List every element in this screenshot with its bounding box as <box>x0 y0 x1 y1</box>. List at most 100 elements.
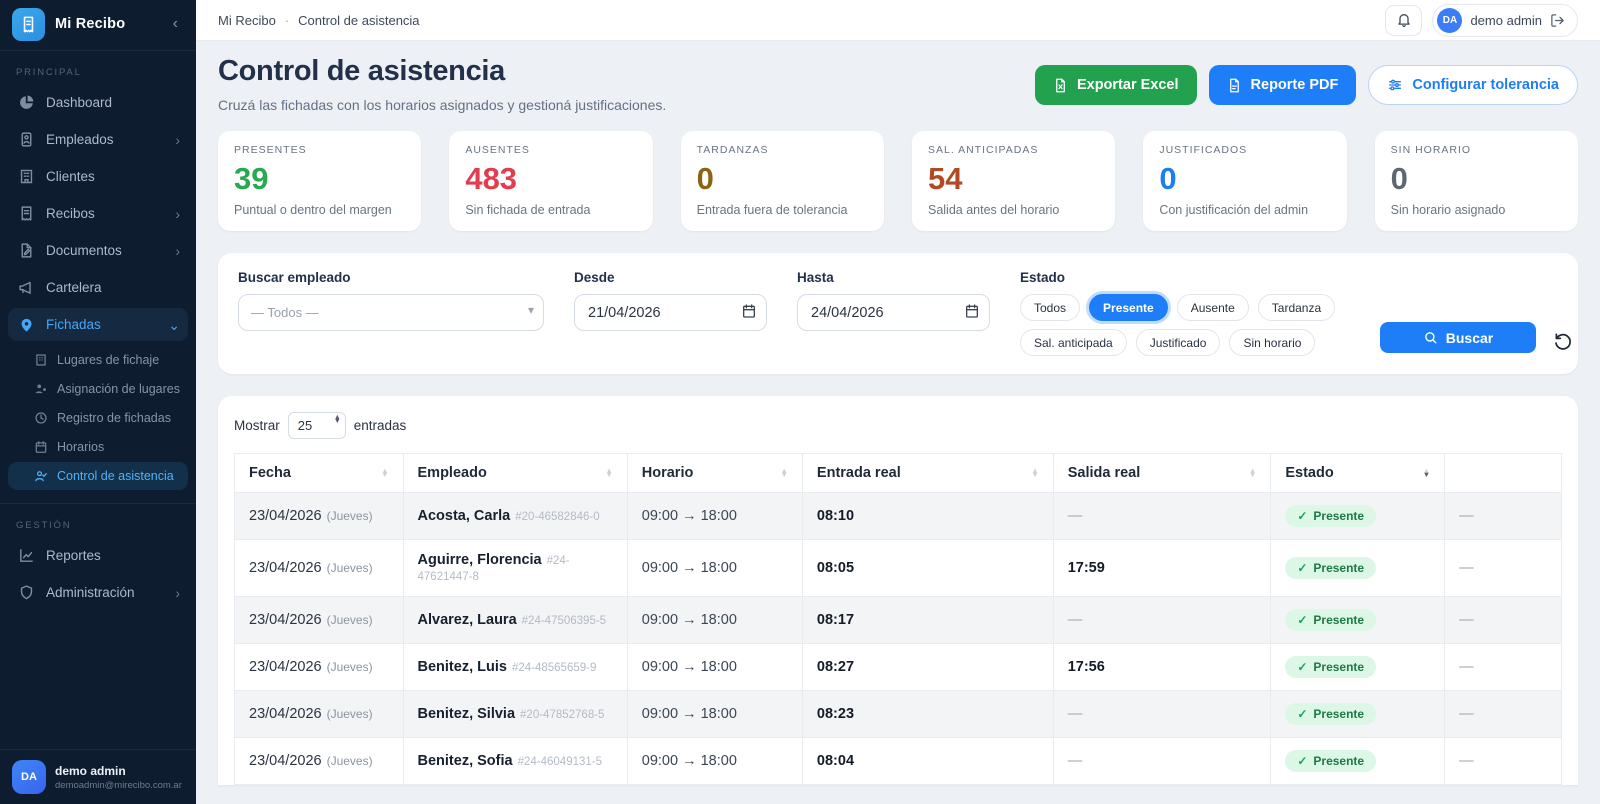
cell-cuil: #20-46582846-0 <box>515 511 600 523</box>
sidebar-item-fichadas[interactable]: Fichadas ⌄ <box>8 308 188 341</box>
status-badge: ✓ Presente <box>1285 609 1377 631</box>
show-label: Mostrar <box>234 418 280 433</box>
chevron-down-icon: ⌄ <box>168 316 180 333</box>
logout-icon[interactable] <box>1550 13 1565 28</box>
page-size-select-wrap: 25 ▲ ▼ <box>287 412 346 439</box>
sidebar-item-control-de-asistencia[interactable]: Control de asistencia <box>8 462 188 490</box>
bell-icon <box>1396 12 1412 28</box>
document-pen-icon <box>18 242 35 259</box>
sidebar-collapse-icon[interactable]: ‹ <box>167 14 184 34</box>
sidebar-item-asignacion-de-lugares[interactable]: Asignación de lugares <box>8 375 188 403</box>
section-gestion: GESTIÓN <box>16 520 72 531</box>
chevron-right-icon: › <box>175 242 180 259</box>
page-title: Control de asistencia <box>218 55 505 87</box>
cell-acciones: — <box>1444 539 1562 597</box>
cell-horario: 09:00 → 18:00 <box>626 492 803 540</box>
map-pin-icon <box>18 316 35 333</box>
report-pdf-button[interactable]: Reporte PDF <box>1208 65 1357 105</box>
notifications-button[interactable] <box>1385 4 1423 36</box>
sidebar-item-dashboard[interactable]: Dashboard <box>8 86 188 119</box>
stat-value: 0 <box>1159 161 1177 196</box>
col-acciones <box>1444 453 1562 493</box>
configure-tolerance-button[interactable]: Configurar tolerancia <box>1368 65 1578 105</box>
col-horario[interactable]: Horario ▲ ▼ <box>626 453 803 493</box>
sort-icon: ▲ ▼ <box>1248 465 1257 479</box>
sidebar-item-reportes[interactable]: Reportes <box>8 539 188 572</box>
check-icon: ✓ <box>1297 754 1308 768</box>
stat-caption: Salida antes del horario <box>927 203 1060 217</box>
cell-entrada: 08:17 <box>801 596 1054 644</box>
user-name: demo admin <box>55 763 126 778</box>
to-date-input[interactable] <box>797 294 990 331</box>
stat-value: 483 <box>465 161 518 196</box>
report-chart-icon <box>18 547 35 564</box>
cell-salida: — <box>1052 690 1272 738</box>
from-date-input[interactable] <box>574 294 767 331</box>
chip-justificado[interactable]: Justificado <box>1135 329 1221 356</box>
sidebar-item-horarios[interactable]: Horarios <box>8 433 188 461</box>
col-entrada-real[interactable]: Entrada real ▲ ▼ <box>801 453 1054 493</box>
chip-sal-anticipada[interactable]: Sal. anticipada <box>1020 329 1127 356</box>
page-header: Control de asistencia Cruzá las fichadas… <box>218 55 1578 113</box>
cell-fecha: 23/04/2026 <box>249 753 322 769</box>
chevron-right-icon: › <box>175 131 180 148</box>
stat-caption: Entrada fuera de tolerancia <box>696 203 848 217</box>
employee-select[interactable]: — Todos — <box>238 294 544 331</box>
sidebar-item-registro-de-fichadas[interactable]: Registro de fichadas <box>8 404 188 432</box>
section-principal: PRINCIPAL <box>16 67 82 78</box>
cell-fecha: 23/04/2026 <box>249 508 322 524</box>
user-menu[interactable]: DA demo admin <box>1432 3 1578 37</box>
col-estado[interactable]: Estado ▲ ▼ <box>1270 453 1446 493</box>
table-row[interactable]: 23/04/2026 (Jueves) Acosta, Carla #20-4658… <box>234 492 1562 540</box>
cell-horario: 09:00 → 18:00 <box>626 737 803 785</box>
button-label: Configurar tolerancia <box>1412 77 1559 93</box>
reset-filters-button[interactable] <box>1552 330 1575 353</box>
stat-card-presentes: PRESENTES 39 Puntual o dentro del margen <box>218 131 422 231</box>
breadcrumb-separator: · <box>284 12 290 28</box>
attendance-table-card: Mostrar 25 ▲ ▼ entradas Fecha ▲ ▼ Empleado ▲… <box>218 396 1578 785</box>
stat-label: PRESENTES <box>234 144 307 156</box>
breadcrumb-app[interactable]: Mi Recibo <box>218 13 276 28</box>
cell-cuil: #24-48565659-9 <box>511 662 597 674</box>
sidebar-item-label: Reportes <box>46 548 101 563</box>
search-button[interactable]: Buscar <box>1380 322 1536 353</box>
cell-dia: (Jueves) <box>326 754 373 768</box>
col-salida-real[interactable]: Salida real ▲ ▼ <box>1052 453 1272 493</box>
chip-ausente[interactable]: Ausente <box>1176 294 1249 321</box>
sidebar-item-documentos[interactable]: Documentos › <box>8 234 188 267</box>
export-excel-button[interactable]: Exportar Excel <box>1034 65 1197 105</box>
page-content: Control de asistencia Cruzá las fichadas… <box>196 41 1600 804</box>
sidebar-item-clientes[interactable]: Clientes <box>8 160 188 193</box>
sidebar-item-cartelera[interactable]: Cartelera <box>8 271 188 304</box>
chip-presente[interactable]: Presente <box>1089 294 1168 321</box>
sidebar-item-empleados[interactable]: Empleados › <box>8 123 188 156</box>
col-fecha[interactable]: Fecha ▲ ▼ <box>234 453 404 493</box>
chip-todos[interactable]: Todos <box>1020 294 1081 321</box>
sidebar-item-lugares-de-fichaje[interactable]: Lugares de fichaje <box>8 346 188 374</box>
stat-card-salidas-anticipadas: SAL. ANTICIPADAS 54 Salida antes del hor… <box>911 131 1116 231</box>
cell-salida: — <box>1052 737 1272 785</box>
sort-icon-active: ▲ ▼ <box>1422 465 1431 479</box>
megaphone-icon <box>18 279 35 296</box>
cell-salida: — <box>1052 596 1272 644</box>
table-row[interactable]: 23/04/2026 (Jueves) Alvarez, Laura #24-475… <box>234 596 1562 644</box>
sidebar-item-administracion[interactable]: Administración › <box>8 576 188 609</box>
status-badge: ✓ Presente <box>1285 656 1377 678</box>
sidebar-item-label: Clientes <box>46 169 95 184</box>
table-row[interactable]: 23/04/2026 (Jueves) Aguirre, Florencia #24… <box>234 539 1562 597</box>
col-empleado[interactable]: Empleado ▲ ▼ <box>402 453 628 493</box>
cell-empleado: Benitez, Sofia <box>417 753 513 769</box>
chip-tardanza[interactable]: Tardanza <box>1257 294 1336 321</box>
stat-value: 0 <box>1390 161 1408 196</box>
table-row[interactable]: 23/04/2026 (Jueves) Benitez, Silvia #20-47… <box>234 690 1562 738</box>
page-size-select[interactable]: 25 <box>287 412 346 439</box>
table-row[interactable]: 23/04/2026 (Jueves) Benitez, Sofia #24-460… <box>234 737 1562 785</box>
chip-sin-horario[interactable]: Sin horario <box>1229 329 1316 356</box>
sidebar-item-recibos[interactable]: Recibos › <box>8 197 188 230</box>
button-label: Reporte PDF <box>1250 77 1339 93</box>
cell-salida: — <box>1052 492 1272 540</box>
attendance-table: Fecha ▲ ▼ Empleado ▲ ▼ Horario ▲ ▼ Entrada rea… <box>234 453 1562 785</box>
table-row[interactable]: 23/04/2026 (Jueves) Benitez, Luis #24-4856… <box>234 643 1562 691</box>
sidebar-user-card[interactable]: DA demo admin demoadmin@mirecibo.com.ar <box>0 749 196 804</box>
cell-cuil: #20-47852768-5 <box>520 709 605 721</box>
